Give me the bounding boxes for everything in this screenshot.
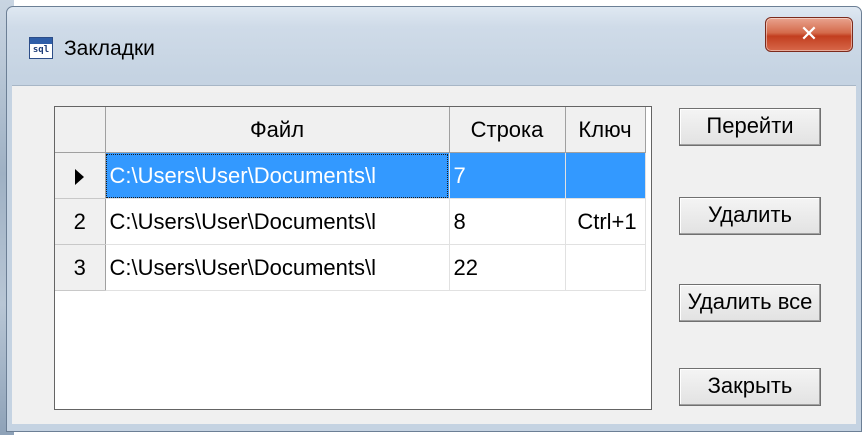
- bookmarks-grid[interactable]: Файл Строка Ключ C:\Users\User\Documents…: [54, 106, 652, 410]
- delete-all-button[interactable]: Удалить все: [679, 284, 821, 322]
- table-row[interactable]: 2 C:\Users\User\Documents\l 8 Ctrl+1: [55, 198, 646, 245]
- current-row-arrow-icon: [75, 168, 85, 185]
- row-indicator[interactable]: [55, 152, 106, 199]
- key-cell[interactable]: [565, 244, 646, 291]
- column-header-file[interactable]: Файл: [105, 107, 450, 153]
- file-cell[interactable]: C:\Users\User\Documents\l: [105, 198, 450, 245]
- column-header-line[interactable]: Строка: [449, 107, 566, 153]
- close-button[interactable]: Закрыть: [679, 368, 821, 406]
- bookmarks-table: Файл Строка Ключ C:\Users\User\Documents…: [55, 107, 646, 291]
- bookmarks-dialog: sql Закладки ✕ Файл Строка Ключ C:\Users…: [6, 6, 862, 432]
- row-number[interactable]: 2: [55, 198, 106, 245]
- sql-app-icon: sql: [29, 37, 53, 59]
- corner-header: [55, 107, 106, 153]
- goto-button[interactable]: Перейти: [679, 108, 821, 146]
- dialog-client-area: Файл Строка Ключ C:\Users\User\Documents…: [12, 85, 856, 424]
- column-header-key[interactable]: Ключ: [565, 107, 646, 153]
- line-cell[interactable]: 8: [449, 198, 566, 245]
- key-cell[interactable]: Ctrl+1: [565, 198, 646, 245]
- row-number[interactable]: 3: [55, 244, 106, 291]
- line-cell[interactable]: 7: [449, 152, 566, 199]
- line-cell[interactable]: 22: [449, 244, 566, 291]
- window-title: Закладки: [64, 37, 155, 60]
- close-window-button[interactable]: ✕: [765, 17, 853, 52]
- delete-button[interactable]: Удалить: [679, 197, 821, 235]
- key-cell[interactable]: [565, 152, 646, 199]
- file-cell[interactable]: C:\Users\User\Documents\l: [105, 244, 450, 291]
- close-icon: ✕: [799, 21, 819, 46]
- table-row[interactable]: 3 C:\Users\User\Documents\l 22: [55, 244, 646, 291]
- file-cell[interactable]: C:\Users\User\Documents\l: [105, 152, 450, 199]
- title-bar[interactable]: sql Закладки ✕: [7, 7, 861, 85]
- header-row: Файл Строка Ключ: [55, 107, 646, 153]
- table-row[interactable]: C:\Users\User\Documents\l 7: [55, 152, 646, 199]
